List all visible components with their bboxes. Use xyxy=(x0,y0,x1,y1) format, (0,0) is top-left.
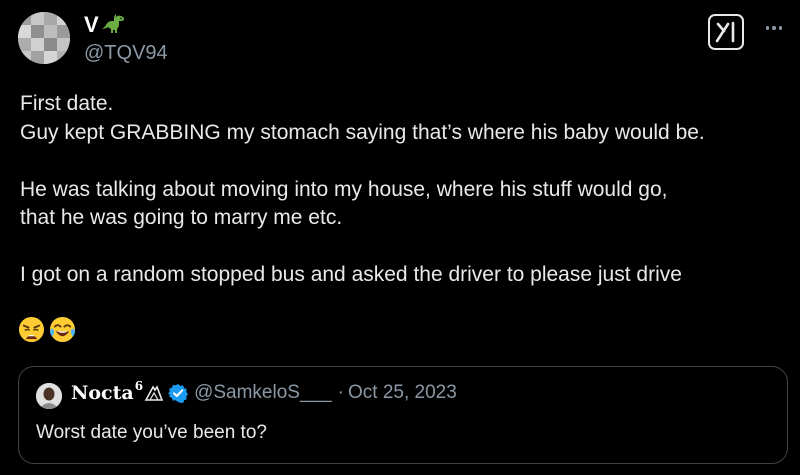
grok-icon xyxy=(715,21,735,43)
avatar-image xyxy=(36,383,62,409)
ellipsis-icon xyxy=(765,26,770,30)
author-display-name[interactable]: V xyxy=(84,12,126,38)
quoted-tweet-date[interactable]: Oct 25, 2023 xyxy=(348,382,457,404)
quoted-tweet-text: Worst date you’ve been to? xyxy=(36,422,267,443)
quoted-author-name-superscript: 6 xyxy=(134,379,144,393)
quoted-tweet[interactable]: Nocta 6 @SamkeloS___ · Oct 25, 2023 Wors… xyxy=(18,366,788,464)
author-handle[interactable]: @TQV94 xyxy=(84,42,168,65)
owl-icon xyxy=(144,385,164,401)
header-separator: · xyxy=(337,382,344,403)
grok-button[interactable] xyxy=(708,14,744,50)
quoted-tweet-header: Nocta 6 @SamkeloS___ · Oct 25, 2023 xyxy=(71,379,457,404)
dinosaur-emoji xyxy=(101,14,124,33)
author-avatar[interactable] xyxy=(18,12,70,64)
tweet-emojis xyxy=(18,316,76,343)
author-name-text: V xyxy=(84,12,99,37)
quoted-author-name[interactable]: Nocta xyxy=(71,382,134,404)
tweet-text: First date. Guy kept GRABBING my stomach… xyxy=(20,92,705,286)
quoted-author-handle[interactable]: @SamkeloS___ xyxy=(194,382,332,404)
tweet-card: V @TQV94 First date. Guy kept GRABBING m… xyxy=(0,0,800,475)
verified-badge-icon xyxy=(168,384,189,403)
quoted-author-avatar[interactable] xyxy=(36,383,62,409)
tears-of-joy-emoji xyxy=(49,316,76,343)
more-options-button[interactable] xyxy=(760,18,788,38)
weary-face-emoji xyxy=(18,316,45,343)
